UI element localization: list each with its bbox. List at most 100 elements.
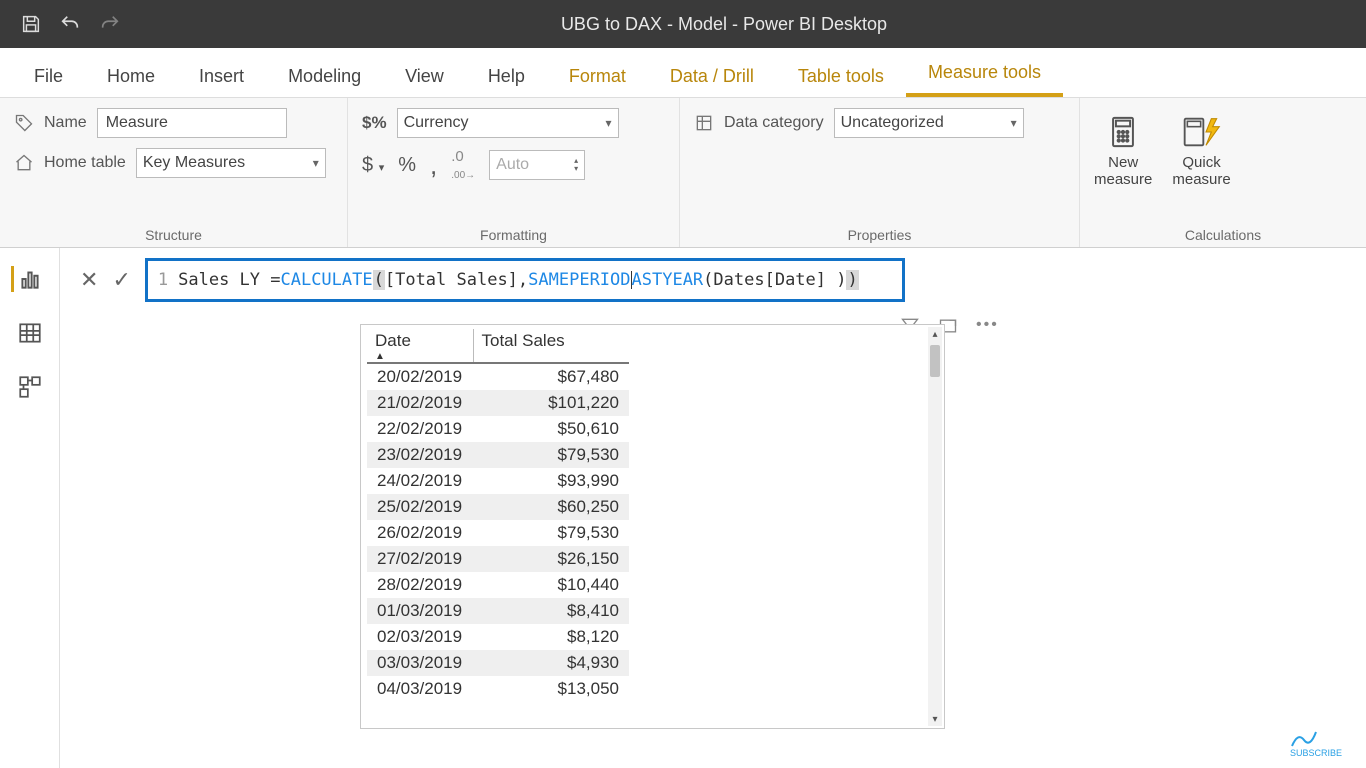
format-select[interactable]: Currency ▾ bbox=[397, 108, 619, 138]
cell-total-sales: $26,150 bbox=[473, 546, 629, 572]
cell-date: 23/02/2019 bbox=[367, 442, 473, 468]
ribbon-group-formatting: $% Currency ▾ $ ▾ % , .0.00→ Auto ▴▾ For… bbox=[348, 98, 680, 247]
calculator-icon bbox=[1103, 114, 1143, 150]
cell-date: 03/03/2019 bbox=[367, 650, 473, 676]
ribbon-tabs: File Home Insert Modeling View Help Form… bbox=[0, 48, 1366, 98]
home-icon bbox=[14, 153, 34, 173]
scrollbar[interactable]: ▴ ▾ bbox=[928, 327, 942, 726]
table-row[interactable]: 01/03/2019$8,410 bbox=[367, 598, 629, 624]
cell-date: 20/02/2019 bbox=[367, 363, 473, 390]
formula-bar: ✕ ✓ 1 Sales LY = CALCULATE ( [Total Sale… bbox=[60, 248, 1366, 314]
subscribe-badge: SUBSCRIBE bbox=[1290, 730, 1342, 758]
new-measure-label: New measure bbox=[1094, 154, 1152, 188]
data-table: Date ▲ Total Sales ▲ 20/02/2019$67,48021… bbox=[367, 329, 629, 702]
new-measure-button[interactable]: New measure bbox=[1094, 114, 1152, 188]
group-label-structure: Structure bbox=[14, 227, 333, 245]
model-view-icon[interactable] bbox=[17, 374, 43, 400]
cancel-formula-icon[interactable]: ✕ bbox=[80, 267, 98, 293]
table-row[interactable]: 26/02/2019$79,530 bbox=[367, 520, 629, 546]
cell-total-sales: $4,930 bbox=[473, 650, 629, 676]
table-row[interactable]: 22/02/2019$50,610 bbox=[367, 416, 629, 442]
data-category-select[interactable]: Uncategorized ▾ bbox=[834, 108, 1024, 138]
column-header-date[interactable]: Date ▲ bbox=[367, 329, 473, 363]
table-row[interactable]: 23/02/2019$79,530 bbox=[367, 442, 629, 468]
scroll-down-icon[interactable]: ▾ bbox=[928, 712, 942, 726]
measure-name-input[interactable] bbox=[97, 108, 287, 138]
report-view-icon[interactable] bbox=[11, 266, 43, 292]
chevron-down-icon: ▾ bbox=[1011, 116, 1017, 130]
home-table-select[interactable]: Key Measures ▾ bbox=[136, 148, 326, 178]
commit-formula-icon[interactable]: ✓ bbox=[112, 267, 130, 293]
more-options-icon[interactable]: ••• bbox=[976, 316, 999, 336]
tab-format[interactable]: Format bbox=[547, 54, 648, 97]
cell-total-sales: $93,990 bbox=[473, 468, 629, 494]
tab-measure-tools[interactable]: Measure tools bbox=[906, 50, 1063, 97]
tab-modeling[interactable]: Modeling bbox=[266, 54, 383, 97]
scroll-thumb[interactable] bbox=[930, 345, 940, 377]
tab-view[interactable]: View bbox=[383, 54, 466, 97]
scroll-up-icon[interactable]: ▴ bbox=[928, 327, 942, 341]
table-row[interactable]: 21/02/2019$101,220 bbox=[367, 390, 629, 416]
undo-icon[interactable] bbox=[58, 13, 82, 35]
table-visual[interactable]: Date ▲ Total Sales ▲ 20/02/2019$67,48021… bbox=[360, 324, 945, 729]
percent-button[interactable]: % bbox=[398, 154, 416, 177]
formula-paren2: ( bbox=[703, 270, 713, 290]
tab-table-tools[interactable]: Table tools bbox=[776, 54, 906, 97]
formula-arg2: Dates[Date] ) bbox=[713, 270, 846, 290]
formula-sameperiod-b: ASTYEAR bbox=[632, 270, 704, 290]
group-label-formatting: Formatting bbox=[362, 227, 665, 245]
formula-editor[interactable]: 1 Sales LY = CALCULATE ( [Total Sales], … bbox=[145, 258, 905, 302]
decimal-places-stepper[interactable]: Auto ▴▾ bbox=[489, 150, 585, 180]
table-row[interactable]: 03/03/2019$4,930 bbox=[367, 650, 629, 676]
name-label: Name bbox=[44, 114, 87, 132]
currency-button[interactable]: $ ▾ bbox=[362, 154, 384, 177]
formula-lhs: Sales LY = bbox=[178, 270, 280, 290]
titlebar-qat bbox=[0, 13, 122, 35]
tab-file[interactable]: File bbox=[12, 54, 85, 97]
cell-total-sales: $79,530 bbox=[473, 442, 629, 468]
cell-total-sales: $8,410 bbox=[473, 598, 629, 624]
cell-date: 24/02/2019 bbox=[367, 468, 473, 494]
decimal-button[interactable]: .0.00→ bbox=[451, 148, 475, 182]
thousands-button[interactable]: , bbox=[430, 150, 437, 181]
table-row[interactable]: 02/03/2019$8,120 bbox=[367, 624, 629, 650]
home-table-label: Home table bbox=[44, 154, 126, 172]
cell-total-sales: $79,530 bbox=[473, 520, 629, 546]
cell-date: 27/02/2019 bbox=[367, 546, 473, 572]
table-row[interactable]: 28/02/2019$10,440 bbox=[367, 572, 629, 598]
table-row[interactable]: 24/02/2019$93,990 bbox=[367, 468, 629, 494]
table-row[interactable]: 04/03/2019$13,050 bbox=[367, 676, 629, 702]
formula-close: ) bbox=[846, 270, 858, 290]
formula-calculate: CALCULATE bbox=[280, 270, 372, 290]
work-area: ✕ ✓ 1 Sales LY = CALCULATE ( [Total Sale… bbox=[0, 248, 1366, 768]
group-label-calculations: Calculations bbox=[1094, 227, 1352, 245]
tab-help[interactable]: Help bbox=[466, 54, 547, 97]
report-canvas[interactable]: ••• Date ▲ Total Sales ▲ bbox=[60, 314, 1366, 768]
group-label-properties: Properties bbox=[694, 227, 1065, 245]
column-header-total-sales[interactable]: Total Sales ▲ bbox=[473, 329, 629, 363]
cell-date: 26/02/2019 bbox=[367, 520, 473, 546]
canvas-column: ✕ ✓ 1 Sales LY = CALCULATE ( [Total Sale… bbox=[60, 248, 1366, 768]
data-view-icon[interactable] bbox=[17, 320, 43, 346]
format-value: Currency bbox=[404, 114, 469, 132]
cell-date: 21/02/2019 bbox=[367, 390, 473, 416]
quick-measure-button[interactable]: Quick measure bbox=[1172, 114, 1230, 188]
table-row[interactable]: 27/02/2019$26,150 bbox=[367, 546, 629, 572]
data-category-value: Uncategorized bbox=[841, 114, 944, 132]
redo-icon[interactable] bbox=[98, 13, 122, 35]
ribbon-group-structure: Name Home table Key Measures ▾ Structure bbox=[0, 98, 348, 247]
table-row[interactable]: 25/02/2019$60,250 bbox=[367, 494, 629, 520]
cell-total-sales: $60,250 bbox=[473, 494, 629, 520]
table-row[interactable]: 20/02/2019$67,480 bbox=[367, 363, 629, 390]
cell-total-sales: $50,610 bbox=[473, 416, 629, 442]
ribbon-group-properties: Data category Uncategorized ▾ Properties bbox=[680, 98, 1080, 247]
cell-total-sales: $67,480 bbox=[473, 363, 629, 390]
cell-date: 28/02/2019 bbox=[367, 572, 473, 598]
cell-total-sales: $10,440 bbox=[473, 572, 629, 598]
tab-data-drill[interactable]: Data / Drill bbox=[648, 54, 776, 97]
formula-paren: ( bbox=[373, 270, 385, 290]
tab-home[interactable]: Home bbox=[85, 54, 177, 97]
save-icon[interactable] bbox=[20, 13, 42, 35]
cell-date: 01/03/2019 bbox=[367, 598, 473, 624]
tab-insert[interactable]: Insert bbox=[177, 54, 266, 97]
